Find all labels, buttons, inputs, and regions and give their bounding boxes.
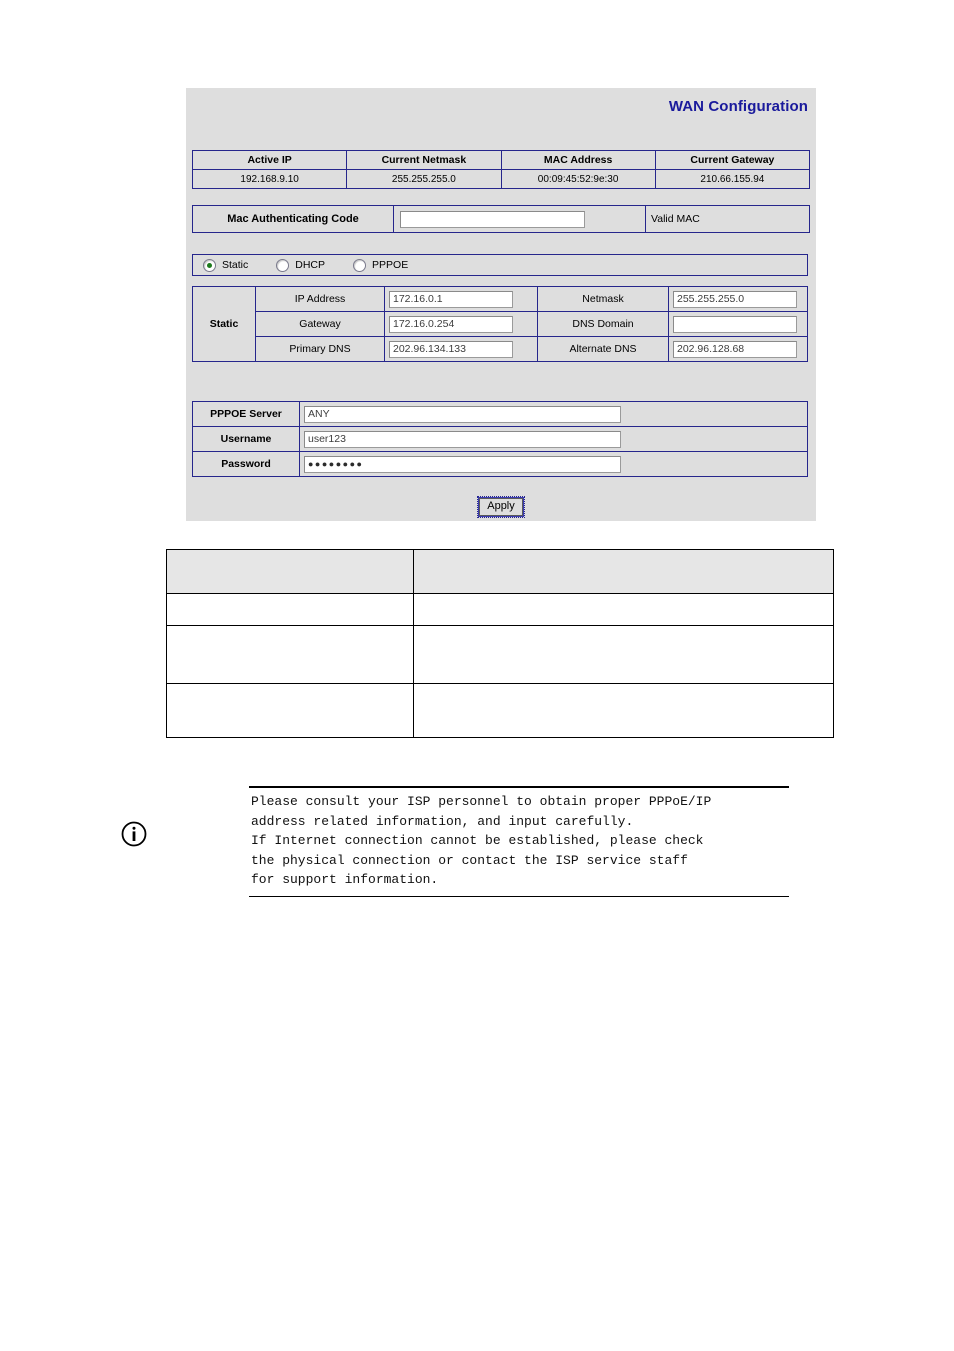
- dns-domain-cell: [668, 311, 808, 337]
- table-row: Mac Authenticating Code Valid MAC: [192, 205, 810, 233]
- label-mac-authenticating-code: Mac Authenticating Code: [192, 205, 394, 233]
- cell-description: [413, 683, 834, 738]
- cell-item: [166, 625, 414, 684]
- label-primary-dns: Primary DNS: [255, 336, 385, 362]
- ip-address-cell: 172.16.0.1: [384, 286, 538, 312]
- label-dns-domain: DNS Domain: [537, 311, 669, 337]
- pppoe-server-cell: ANY: [299, 401, 808, 427]
- wan-configuration-panel: WAN Configuration Active IP Current Netm…: [186, 88, 816, 521]
- table-row: Username user123: [192, 426, 808, 452]
- dns-domain-input[interactable]: [673, 315, 797, 333]
- cell-description: [413, 625, 834, 684]
- column-header-current-netmask: Current Netmask: [346, 150, 502, 170]
- label-password: Password: [192, 451, 300, 477]
- apply-button[interactable]: Apply: [477, 496, 525, 518]
- connection-mode-selector: Static DHCP PPPOE: [192, 254, 808, 276]
- table-row-header: [166, 549, 834, 594]
- radio-static-label: Static: [222, 259, 249, 271]
- table-row-headers: Active IP Current Netmask MAC Address Cu…: [191, 150, 811, 170]
- label-netmask: Netmask: [537, 286, 669, 312]
- table-row: [166, 683, 834, 738]
- password-cell: ●●●●●●●●: [299, 451, 808, 477]
- primary-dns-input[interactable]: 202.96.134.133: [389, 340, 513, 358]
- note-block: Please consult your ISP personnel to obt…: [249, 786, 789, 897]
- radio-dhcp-label: DHCP: [295, 259, 326, 271]
- mac-authenticating-code-table: Mac Authenticating Code Valid MAC: [192, 205, 810, 233]
- table-row: [166, 625, 834, 684]
- radio-option-dhcp[interactable]: DHCP: [276, 258, 326, 272]
- pppoe-server-input[interactable]: ANY: [304, 405, 621, 423]
- column-header-active-ip: Active IP: [191, 150, 348, 170]
- radio-option-pppoe[interactable]: PPPOE: [353, 258, 409, 272]
- mac-authenticating-code-input[interactable]: [400, 210, 585, 228]
- alternate-dns-cell: 202.96.128.68: [668, 336, 808, 362]
- radio-dhcp-icon[interactable]: [276, 258, 290, 272]
- value-active-ip: 192.168.9.10: [191, 169, 348, 189]
- mac-authenticating-code-cell: [393, 205, 646, 233]
- radio-pppoe-label: PPPOE: [372, 259, 409, 271]
- description-table: [166, 549, 834, 738]
- netmask-cell: 255.255.255.0: [668, 286, 808, 312]
- valid-mac-label: Valid MAC: [645, 205, 810, 233]
- static-settings-table: Static IP Address 172.16.0.1 Netmask 255…: [192, 286, 808, 362]
- wan-status-table: Active IP Current Netmask MAC Address Cu…: [191, 150, 811, 189]
- cell-description: [413, 593, 834, 626]
- ip-address-input[interactable]: 172.16.0.1: [389, 290, 513, 308]
- table-row: Password ●●●●●●●●: [192, 451, 808, 477]
- pppoe-settings-table: PPPOE Server ANY Username user123 Passwo…: [192, 401, 808, 477]
- table-row: Gateway 172.16.0.254 DNS Domain: [193, 311, 808, 337]
- column-header-current-gateway: Current Gateway: [654, 150, 811, 170]
- value-mac-address: 00:09:45:52:9e:30: [500, 169, 656, 189]
- password-input[interactable]: ●●●●●●●●: [304, 455, 621, 473]
- table-row: [166, 593, 834, 626]
- cell-item: [166, 683, 414, 738]
- value-current-netmask: 255.255.255.0: [346, 169, 502, 189]
- section-label-static: Static: [192, 286, 256, 362]
- label-username: Username: [192, 426, 300, 452]
- cell-item: [166, 593, 414, 626]
- primary-dns-cell: 202.96.134.133: [384, 336, 538, 362]
- label-alternate-dns: Alternate DNS: [537, 336, 669, 362]
- gateway-input[interactable]: 172.16.0.254: [389, 315, 513, 333]
- column-header-description: [413, 549, 834, 594]
- table-row: PPPOE Server ANY: [192, 401, 808, 427]
- label-gateway: Gateway: [255, 311, 385, 337]
- note-bottom-rule: [249, 895, 789, 897]
- label-pppoe-server: PPPOE Server: [192, 401, 300, 427]
- radio-option-static[interactable]: Static: [203, 258, 249, 272]
- radio-static-icon[interactable]: [203, 258, 216, 272]
- username-input[interactable]: user123: [304, 430, 621, 448]
- info-icon: [121, 821, 147, 847]
- table-row-values: 192.168.9.10 255.255.255.0 00:09:45:52:9…: [191, 169, 811, 189]
- table-row: Primary DNS 202.96.134.133 Alternate DNS…: [193, 336, 808, 362]
- label-ip-address: IP Address: [255, 286, 385, 312]
- value-current-gateway: 210.66.155.94: [654, 169, 811, 189]
- alternate-dns-input[interactable]: 202.96.128.68: [673, 340, 797, 358]
- radio-pppoe-icon[interactable]: [353, 258, 367, 272]
- page-title: WAN Configuration: [668, 98, 808, 115]
- username-cell: user123: [299, 426, 808, 452]
- netmask-input[interactable]: 255.255.255.0: [673, 290, 797, 308]
- apply-button-container: Apply: [186, 496, 816, 518]
- table-row: Static IP Address 172.16.0.1 Netmask 255…: [192, 286, 808, 362]
- column-header-mac-address: MAC Address: [500, 150, 656, 170]
- column-header-item: [166, 549, 414, 594]
- note-text: Please consult your ISP personnel to obt…: [251, 794, 712, 887]
- gateway-cell: 172.16.0.254: [384, 311, 538, 337]
